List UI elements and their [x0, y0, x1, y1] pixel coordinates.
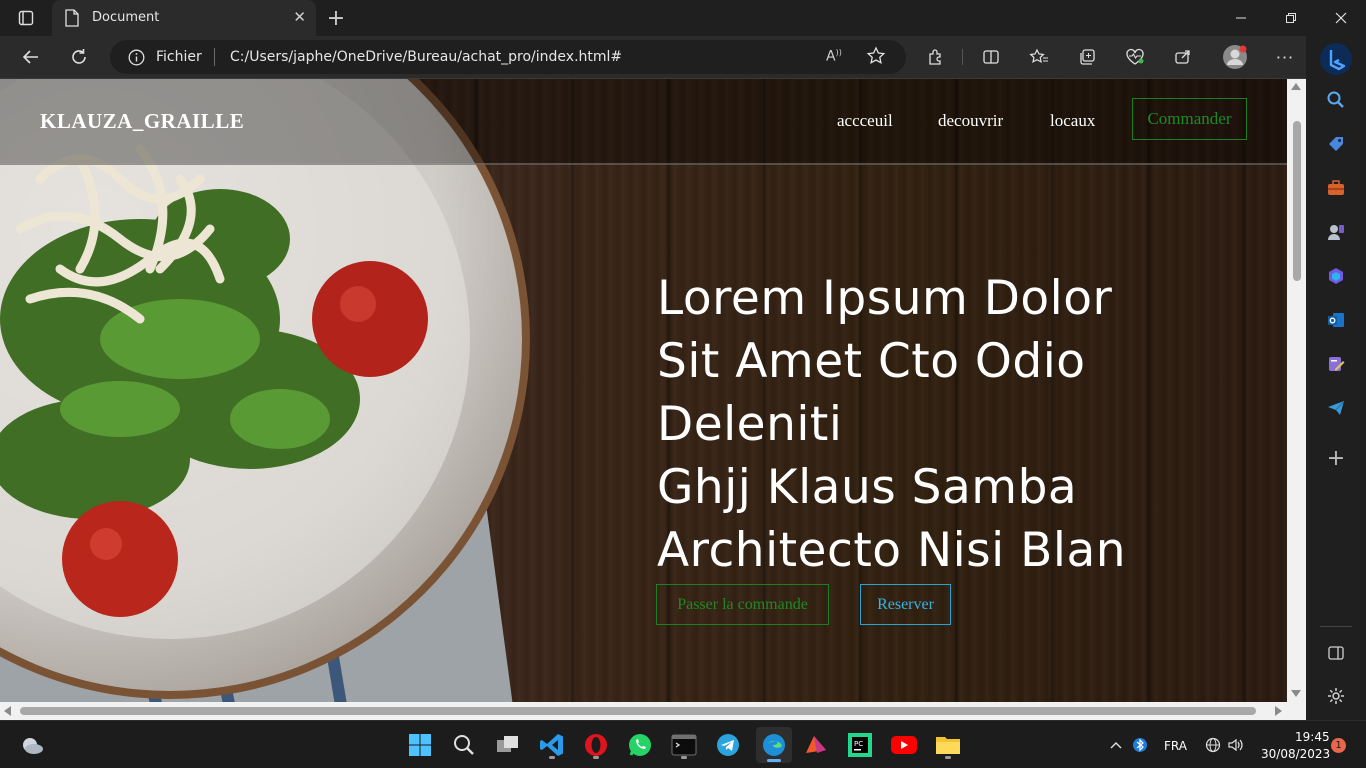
- site-logo[interactable]: KLAUZA_GRAILLE: [40, 109, 244, 134]
- scroll-left-arrow-icon[interactable]: [4, 706, 11, 716]
- minimize-button[interactable]: [1216, 0, 1266, 36]
- edge-sidebar: +: [1306, 36, 1366, 720]
- document-icon: [64, 9, 80, 31]
- scroll-right-arrow-icon[interactable]: [1275, 706, 1282, 716]
- hero-line: Sit Amet Cto Odio: [657, 334, 1086, 389]
- microsoft-365-icon[interactable]: [1324, 264, 1348, 288]
- scroll-down-arrow-icon[interactable]: [1291, 690, 1301, 697]
- read-aloud-icon[interactable]: A)): [826, 48, 842, 65]
- drop-icon[interactable]: [1324, 352, 1348, 376]
- hero-line: Deleniti: [657, 397, 843, 452]
- horizontal-scroll-thumb[interactable]: [20, 707, 1256, 715]
- show-hidden-icons-chevron-icon[interactable]: [1104, 729, 1128, 761]
- network-globe-icon[interactable]: [1202, 729, 1224, 761]
- running-indicator: [593, 756, 599, 759]
- shopping-tag-icon[interactable]: [1324, 132, 1348, 156]
- hero-line: Lorem Ipsum Dolor: [657, 271, 1113, 326]
- vertical-scrollbar[interactable]: [1287, 79, 1306, 702]
- favorite-star-icon[interactable]: [866, 46, 886, 70]
- tab-strip: Document ✕ +: [0, 0, 1366, 36]
- add-sidebar-app-icon[interactable]: +: [1324, 446, 1348, 471]
- youtube-icon[interactable]: [888, 729, 920, 761]
- vscode-icon[interactable]: [536, 729, 568, 761]
- pycharm-icon[interactable]: PC: [844, 729, 876, 761]
- refresh-icon[interactable]: [64, 42, 94, 72]
- taskbar-search-icon[interactable]: [448, 729, 480, 761]
- restore-button[interactable]: [1266, 0, 1316, 36]
- opera-icon[interactable]: [580, 729, 612, 761]
- info-icon[interactable]: [128, 49, 145, 70]
- running-indicator: [549, 756, 555, 759]
- volume-icon[interactable]: [1224, 729, 1248, 761]
- salad-plate-image: [0, 79, 530, 702]
- nav-link-decouvrir[interactable]: decouvrir: [938, 111, 1003, 131]
- running-indicator: [681, 756, 687, 759]
- address-bar[interactable]: Fichier C:/Users/japhe/OneDrive/Bureau/a…: [110, 40, 906, 74]
- profile-avatar[interactable]: [1220, 42, 1250, 72]
- telegram-send-icon[interactable]: [1324, 396, 1348, 420]
- hide-sidebar-icon[interactable]: [1324, 641, 1348, 665]
- hero-line: Architecto Nisi Blan: [657, 523, 1127, 578]
- draw-app-icon[interactable]: [800, 729, 832, 761]
- clock-date[interactable]: 30/08/2023: [1261, 747, 1330, 761]
- windows-taskbar: PC FRA 19:45 30/08/2023 1: [0, 720, 1366, 768]
- share-icon[interactable]: [1168, 42, 1198, 72]
- nav-link-accueil[interactable]: accceuil: [837, 111, 893, 131]
- split-screen-icon[interactable]: [976, 42, 1006, 72]
- whatsapp-icon[interactable]: [624, 729, 656, 761]
- nav-link-locaux[interactable]: locaux: [1050, 111, 1095, 131]
- weather-icon[interactable]: [16, 729, 48, 761]
- url-text[interactable]: C:/Users/japhe/OneDrive/Bureau/achat_pro…: [230, 49, 622, 65]
- toolbar-divider: [962, 49, 963, 65]
- vertical-scroll-thumb[interactable]: [1293, 121, 1301, 281]
- scroll-corner: [1287, 702, 1306, 720]
- collections-icon[interactable]: [1072, 42, 1102, 72]
- reserve-button[interactable]: Reserver: [860, 584, 951, 625]
- favorites-icon[interactable]: [1024, 42, 1054, 72]
- close-window-button[interactable]: [1316, 0, 1366, 36]
- hero-line: Ghjj Klaus Samba: [657, 460, 1078, 515]
- site-header: KLAUZA_GRAILLE accceuil decouvrir locaux…: [0, 79, 1287, 165]
- edge-icon[interactable]: [756, 727, 792, 763]
- clock-time[interactable]: 19:45: [1295, 730, 1330, 744]
- search-icon[interactable]: [1324, 88, 1348, 112]
- terminal-icon[interactable]: [668, 729, 700, 761]
- hero-title: Lorem Ipsum Dolor Sit Amet Cto Odio Dele…: [657, 267, 1277, 582]
- notification-badge[interactable]: 1: [1331, 738, 1346, 753]
- horizontal-scrollbar[interactable]: [0, 702, 1287, 720]
- outlook-icon[interactable]: [1324, 308, 1348, 332]
- web-page: KLAUZA_GRAILLE accceuil decouvrir locaux…: [0, 79, 1287, 702]
- address-label: Fichier: [156, 49, 202, 65]
- extensions-icon[interactable]: [921, 42, 951, 72]
- address-separator: [214, 48, 215, 66]
- games-icon[interactable]: [1324, 220, 1348, 244]
- browser-essentials-icon[interactable]: [1120, 42, 1150, 72]
- active-indicator: [767, 759, 781, 762]
- more-options-icon[interactable]: ···: [1270, 42, 1300, 72]
- settings-gear-icon[interactable]: [1324, 684, 1348, 708]
- bing-copilot-icon[interactable]: [1319, 42, 1353, 76]
- browser-tab[interactable]: Document ✕: [52, 0, 316, 36]
- task-view-icon[interactable]: [492, 729, 524, 761]
- browser-toolbar: Fichier C:/Users/japhe/OneDrive/Bureau/a…: [0, 36, 1366, 78]
- close-tab-icon[interactable]: ✕: [293, 8, 306, 26]
- file-explorer-icon[interactable]: [932, 729, 964, 761]
- order-button[interactable]: Passer la commande: [656, 584, 829, 625]
- start-windows-icon[interactable]: [404, 729, 436, 761]
- running-indicator: [945, 756, 951, 759]
- new-tab-button[interactable]: +: [322, 4, 350, 32]
- sidebar-divider: [1320, 626, 1352, 627]
- back-icon[interactable]: [16, 42, 46, 72]
- telegram-icon[interactable]: [712, 729, 744, 761]
- scroll-up-arrow-icon[interactable]: [1291, 83, 1301, 90]
- tab-title: Document: [92, 10, 160, 25]
- bluetooth-icon[interactable]: [1128, 729, 1152, 761]
- svg-text:PC: PC: [854, 740, 863, 748]
- commander-button[interactable]: Commander: [1132, 98, 1247, 140]
- language-indicator[interactable]: FRA: [1164, 739, 1187, 753]
- tools-icon[interactable]: [1324, 176, 1348, 200]
- tab-actions-icon[interactable]: [10, 6, 42, 30]
